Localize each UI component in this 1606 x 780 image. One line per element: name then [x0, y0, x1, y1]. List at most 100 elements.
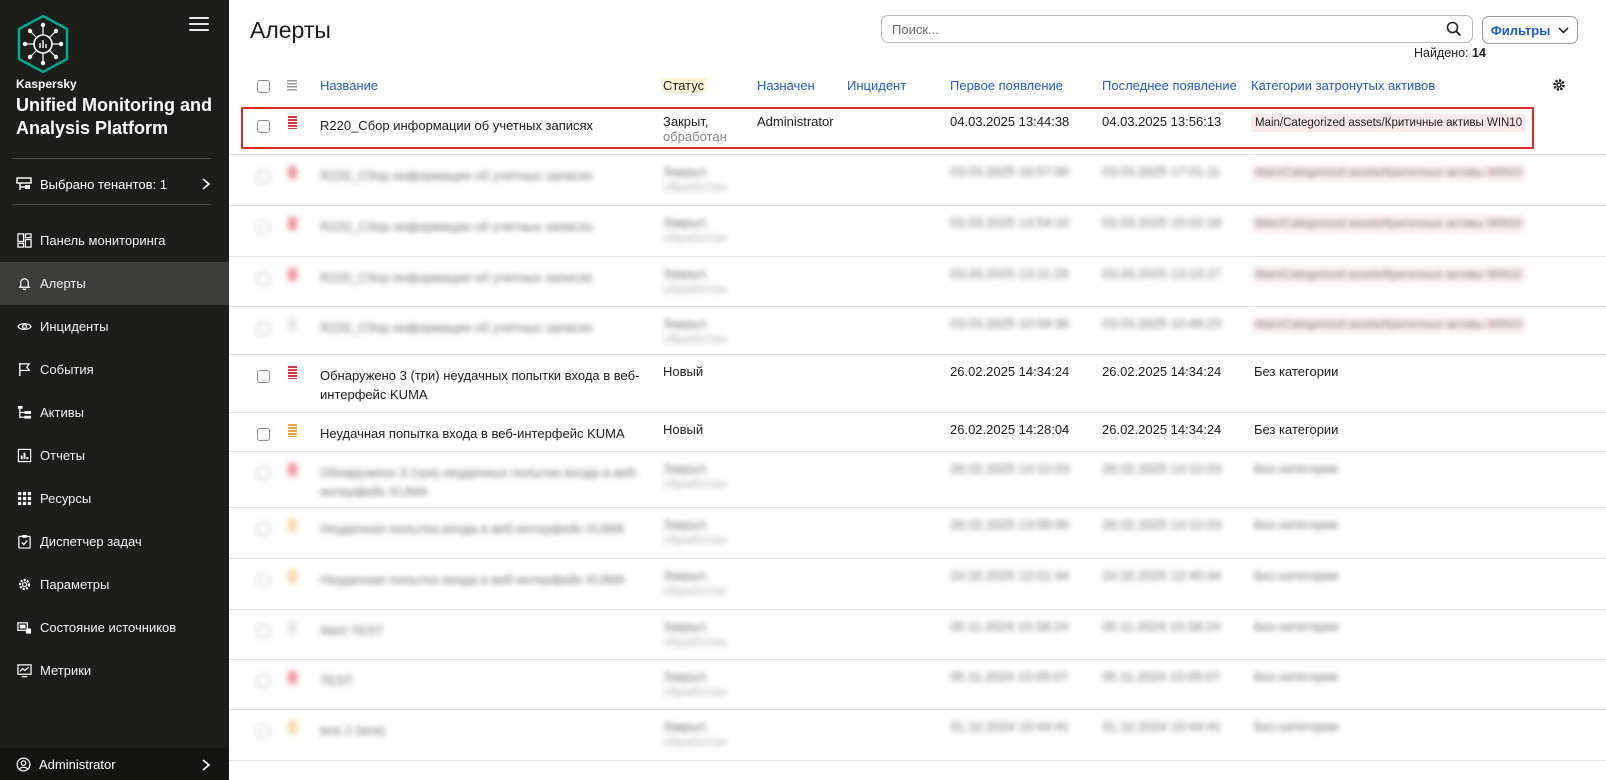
alert-name[interactable]: TEST [320, 671, 640, 690]
status-cell: Закрыт, обработан [663, 164, 727, 194]
category-text: Без категории [1254, 568, 1339, 583]
row-checkbox[interactable] [257, 675, 270, 688]
status-text: Новый [663, 422, 704, 437]
alert-name[interactable]: Обнаружено 3 (три) неудачных попытки вхо… [320, 463, 640, 501]
alert-name[interactable]: R220_Сбор информации об учетных записях [320, 268, 640, 287]
kuma-logo-icon [17, 14, 69, 74]
status-cell: Новый [663, 364, 703, 379]
table-row[interactable]: Обнаружено 3 (три) неудачных попытки вхо… [229, 356, 1606, 413]
table-row[interactable]: Alert TEST Закрыт, обработан 05.11.2024 15:… [229, 611, 1606, 660]
column-status[interactable]: Статус [661, 78, 707, 93]
table-row[interactable]: test 2 (test) Закрыт, обработан 31.10.2024 … [229, 711, 1606, 761]
main-nav: Панель мониторинга Алерты Инциденты События… [0, 219, 229, 692]
status-text: Закрыт, [663, 669, 709, 684]
table-row[interactable]: R220_Сбор информации об учетных записях З… [229, 156, 1606, 206]
sidebar-item-1[interactable]: Панель мониторинга [0, 219, 229, 262]
column-assigned[interactable]: Назначен [757, 78, 815, 93]
column-name[interactable]: Название [320, 78, 378, 93]
alert-name[interactable]: R220_Сбор информации об учетных записях [320, 217, 640, 236]
row-checkbox[interactable] [257, 428, 270, 441]
row-checkbox[interactable] [257, 370, 270, 383]
sidebar-item-4[interactable]: События [0, 348, 229, 391]
row-checkbox[interactable] [257, 322, 270, 335]
table-row[interactable]: Неудачная попытка входа в веб-интерфейс … [229, 560, 1606, 610]
table-row[interactable]: R220_Сбор информации об учетных записях З… [229, 308, 1606, 355]
status-resolution: обработан [663, 230, 727, 245]
category-text: Без категории [1254, 669, 1339, 684]
alert-name[interactable]: R220_Сбор информации об учетных записях [320, 318, 640, 337]
search-icon[interactable] [1446, 21, 1462, 37]
alert-name[interactable]: Обнаружено 3 (три) неудачных попытки вхо… [320, 366, 640, 404]
alert-name[interactable]: Alert TEST [320, 621, 640, 640]
table-settings-gear-icon[interactable] [1551, 77, 1567, 93]
alert-name[interactable]: R220_Сбор информации об учетных записях [320, 116, 640, 135]
alert-name[interactable]: R220_Сбор информации об учетных записях [320, 166, 640, 185]
last-seen: 26.02.2025 14:12:03 [1102, 517, 1222, 532]
sidebar-item-9[interactable]: Параметры [0, 563, 229, 606]
table-row[interactable]: Неудачная попытка входа в веб-интерфейс … [229, 414, 1606, 452]
category-tag: Main/Categorized assets/Критичные активы… [1251, 215, 1527, 233]
alert-name[interactable]: Неудачная попытка входа в веб-интерфейс … [320, 519, 640, 538]
sidebar-item-3[interactable]: Инциденты [0, 305, 229, 348]
row-checkbox[interactable] [257, 467, 270, 480]
sidebar-item-11[interactable]: Метрики [0, 649, 229, 692]
column-categories[interactable]: Категории затронутых активов [1251, 78, 1435, 93]
sidebar-item-10[interactable]: Состояние источников [0, 606, 229, 649]
filters-button[interactable]: Фильтры [1482, 16, 1578, 44]
status-resolution: обработан [663, 734, 727, 749]
table-row[interactable]: Неудачная попытка входа в веб-интерфейс … [229, 509, 1606, 559]
search-box[interactable] [881, 15, 1473, 43]
bell-icon [16, 276, 32, 292]
table-row[interactable]: R220_Сбор информации об учетных записях З… [229, 207, 1606, 257]
row-checkbox[interactable] [257, 625, 270, 638]
column-first-seen[interactable]: Первое появление [950, 78, 1063, 93]
severity-icon [288, 116, 297, 129]
tenant-selector[interactable]: Выбрано тенантов: 1 [0, 168, 229, 200]
alert-name[interactable]: test 2 (test) [320, 721, 640, 740]
found-label: Найдено: [1414, 46, 1469, 60]
column-incident[interactable]: Инцидент [847, 78, 906, 93]
status-resolution: обработан [663, 281, 727, 296]
severity-icon [288, 366, 297, 379]
sidebar-item-label: События [40, 362, 94, 377]
row-checkbox[interactable] [257, 272, 270, 285]
sidebar-item-label: Активы [40, 405, 84, 420]
sidebar-item-8[interactable]: Диспетчер задач [0, 520, 229, 563]
column-last-seen[interactable]: Последнее появление [1102, 78, 1237, 93]
row-checkbox[interactable] [257, 523, 270, 536]
status-text: Закрыт, [663, 316, 709, 331]
table-row[interactable]: TEST Закрыт, обработан 05.11.2024 15:05:07 0… [229, 661, 1606, 710]
alert-name[interactable]: Неудачная попытка входа в веб-интерфейс … [320, 424, 640, 443]
chevron-right-icon [202, 759, 211, 771]
sidebar-item-7[interactable]: Ресурсы [0, 477, 229, 520]
sidebar-item-6[interactable]: Отчеты [0, 434, 229, 477]
row-checkbox[interactable] [257, 725, 270, 738]
row-checkbox[interactable] [257, 574, 270, 587]
last-seen: 05.11.2024 15:28:24 [1102, 619, 1221, 634]
severity-icon [288, 268, 297, 281]
metrics-icon [16, 663, 32, 679]
sidebar: Kaspersky Unified Monitoring and Analysi… [0, 0, 229, 780]
first-seen: 03.03.2025 14:54:10 [950, 215, 1070, 230]
status-text: Закрыт, [663, 619, 709, 634]
user-menu[interactable]: Administrator [0, 748, 229, 780]
sidebar-item-label: Инциденты [40, 319, 109, 334]
alert-name[interactable]: Неудачная попытка входа в веб-интерфейс … [320, 570, 640, 589]
last-seen: 04.03.2025 13:56:13 [1102, 114, 1222, 129]
category-text: Без категории [1254, 517, 1339, 532]
sidebar-item-2[interactable]: Алерты [0, 262, 229, 305]
status-cell: Закрыт, обработан [663, 719, 727, 749]
table-row[interactable]: Обнаружено 3 (три) неудачных попытки вхо… [229, 453, 1606, 508]
row-checkbox[interactable] [257, 221, 270, 234]
category-tag-label: Main/Categorized assets/Критичные активы… [1251, 266, 1527, 284]
search-input[interactable] [892, 21, 1446, 37]
sidebar-item-5[interactable]: Активы [0, 391, 229, 434]
select-all-checkbox[interactable] [257, 80, 270, 93]
row-checkbox[interactable] [257, 170, 270, 183]
row-checkbox[interactable] [257, 120, 270, 133]
first-seen: 26.02.2025 14:12:03 [950, 461, 1070, 476]
menu-toggle-icon[interactable] [189, 17, 209, 33]
table-row[interactable]: R220_Сбор информации об учетных записях З… [229, 258, 1606, 307]
table-row[interactable]: R220_Сбор информации об учетных записях З… [229, 106, 1606, 155]
last-seen: 24.02.2025 12:40:44 [1102, 568, 1222, 583]
